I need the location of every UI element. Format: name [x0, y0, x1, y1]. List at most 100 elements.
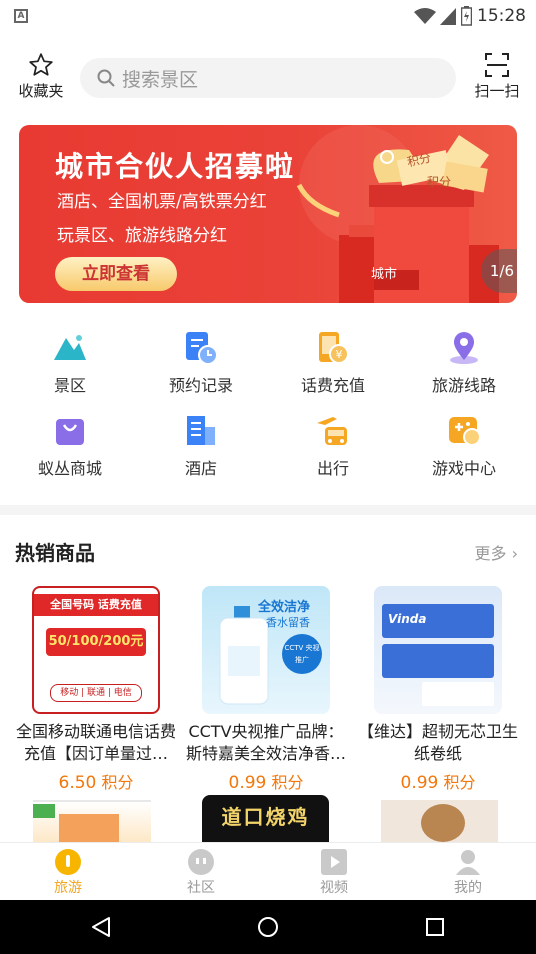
- tab-label: 我的: [454, 880, 482, 896]
- hotel-building-icon: [183, 413, 219, 449]
- svg-text:¥: ¥: [336, 348, 343, 361]
- product-image-text: 50/100/200元: [46, 628, 146, 656]
- product-image-text: CCTV 央视推广: [282, 634, 322, 674]
- product-price-value: 0.99: [228, 773, 267, 793]
- tab-video[interactable]: 视频: [294, 849, 374, 897]
- product-card-partial[interactable]: 道口烧鸡: [202, 795, 329, 842]
- grid-item-phone-recharge[interactable]: ¥ 话费充值: [268, 330, 398, 396]
- grid-item-label: 景区: [53, 376, 86, 395]
- mountain-icon: [52, 330, 88, 366]
- product-name: 【维达】超韧无芯卫生纸卷纸: [357, 722, 518, 763]
- product-price: 6.50 积分: [11, 769, 181, 793]
- grid-item-travel[interactable]: 出行: [268, 413, 398, 479]
- star-icon: [29, 53, 53, 76]
- tab-label: 视频: [320, 880, 348, 896]
- app-screen: A 15:28 收藏夹 搜索景区 扫一扫 积分 积分 城市 城市合伙人招募啦 酒…: [0, 0, 536, 954]
- favorites-button[interactable]: 收藏夹: [12, 52, 70, 101]
- product-name: CCTV央视推广品牌：斯特嘉美全效洁净香…: [185, 722, 346, 763]
- product-name: 全国移动联通电信话费充值【因订单量过…: [15, 722, 176, 763]
- recents-icon[interactable]: [425, 917, 445, 937]
- grid-item-travel-route[interactable]: 旅游线路: [399, 330, 529, 396]
- battery-icon: [461, 6, 472, 26]
- product-image: 全效洁净 香水留香 CCTV 央视推广: [202, 586, 330, 714]
- community-tab-icon: [188, 849, 214, 875]
- grid-item-label: 预约记录: [168, 376, 233, 395]
- product-image-text: 道口烧鸡: [221, 805, 310, 829]
- product-price-value: 0.99: [400, 773, 439, 793]
- travel-bus-icon: [315, 413, 351, 449]
- bottom-tab-bar: 旅游 社区 视频 我的: [0, 842, 536, 900]
- scan-label: 扫一扫: [474, 82, 520, 100]
- grid-item-label: 游戏中心: [431, 459, 496, 478]
- product-card[interactable]: Vinda 【维达】超韧无芯卫生纸卷纸 0.99 积分: [353, 586, 523, 793]
- search-input[interactable]: 搜索景区: [80, 58, 456, 98]
- product-image: 全国号码 话费充值 50/100/200元 移动 | 联通 | 电信: [32, 586, 160, 714]
- booking-record-icon: [183, 330, 219, 366]
- banner-view-now-button[interactable]: 立即查看: [55, 257, 177, 291]
- tab-community[interactable]: 社区: [161, 849, 241, 897]
- grid-item-label: 旅游线路: [431, 376, 496, 395]
- scan-icon: [485, 53, 509, 77]
- travel-tab-icon: [55, 849, 81, 875]
- banner-title: 城市合伙人招募啦: [55, 150, 296, 183]
- product-image-text: 全国号码 话费充值: [34, 594, 158, 616]
- more-link[interactable]: 更多 ›: [474, 540, 518, 564]
- grid-item-hotel[interactable]: 酒店: [136, 413, 266, 479]
- banner-page-counter: 1/6: [481, 249, 517, 293]
- product-price-unit: 积分: [443, 773, 476, 792]
- tissue-pack-illustration: [382, 644, 494, 678]
- hot-products-title: 热销商品: [15, 541, 95, 565]
- chevron-right-icon: ›: [511, 544, 518, 563]
- tab-label: 旅游: [54, 880, 82, 896]
- grid-item-booking-record[interactable]: 预约记录: [136, 330, 266, 396]
- more-label: 更多: [474, 544, 507, 563]
- product-price-unit: 积分: [271, 773, 304, 792]
- product-image: Vinda: [374, 586, 502, 714]
- product-card-partial[interactable]: [33, 800, 151, 842]
- product-image-decor: [59, 814, 119, 842]
- product-price-unit: 积分: [101, 773, 134, 792]
- phone-recharge-icon: ¥: [315, 330, 351, 366]
- product-card-partial[interactable]: [381, 800, 498, 842]
- product-image-text: 全效洁净: [258, 600, 311, 615]
- clock: 15:28: [477, 6, 526, 26]
- product-image-text: 香水留香: [266, 616, 310, 629]
- tab-travel[interactable]: 旅游: [28, 849, 108, 897]
- tab-profile[interactable]: 我的: [428, 849, 508, 897]
- grid-item-label: 出行: [316, 459, 349, 478]
- grid-item-scenic[interactable]: 景区: [5, 330, 135, 396]
- banner-city-tag: 城市: [371, 267, 398, 282]
- banner-points-tag-2: 积分: [427, 175, 452, 189]
- grid-item-label: 酒店: [184, 459, 217, 478]
- favorites-label: 收藏夹: [18, 82, 64, 100]
- signal-icon: [440, 8, 456, 25]
- home-icon[interactable]: [257, 916, 279, 938]
- product-price-value: 6.50: [58, 773, 97, 793]
- scan-button[interactable]: 扫一扫: [468, 52, 526, 101]
- product-price: 0.99 积分: [353, 769, 523, 793]
- grid-item-label: 话费充值: [300, 376, 365, 395]
- product-card[interactable]: 全国号码 话费充值 50/100/200元 移动 | 联通 | 电信 全国移动联…: [11, 586, 181, 793]
- status-bar: A 15:28: [0, 0, 536, 34]
- video-tab-icon: [321, 849, 347, 875]
- grid-item-game-center[interactable]: 游戏中心: [399, 413, 529, 479]
- banner-line-1: 酒店、全国机票/高铁票分红: [57, 192, 267, 212]
- product-image-decor: [33, 804, 55, 818]
- banner-line-2: 玩景区、旅游线路分红: [57, 226, 227, 246]
- promo-banner[interactable]: 积分 积分 城市 城市合伙人招募啦 酒店、全国机票/高铁票分红 玩景区、旅游线路…: [19, 125, 517, 303]
- tab-label: 社区: [187, 880, 215, 896]
- tissue-roll-illustration: [422, 682, 494, 706]
- profile-tab-icon: [455, 849, 481, 875]
- shopping-bag-icon: [52, 413, 88, 449]
- grid-item-label: 蚁丛商城: [37, 459, 102, 478]
- product-card[interactable]: 全效洁净 香水留香 CCTV 央视推广 CCTV央视推广品牌：斯特嘉美全效洁净香…: [181, 586, 351, 793]
- system-navigation-bar: [0, 900, 536, 954]
- grid-item-mall[interactable]: 蚁丛商城: [5, 413, 135, 479]
- app-notification-icon: A: [14, 9, 28, 23]
- search-icon: [97, 69, 115, 87]
- search-placeholder: 搜索景区: [122, 68, 199, 91]
- top-bar: 收藏夹 搜索景区 扫一扫: [0, 34, 536, 118]
- location-pin-icon: [446, 330, 482, 366]
- section-divider: [0, 505, 536, 515]
- back-icon[interactable]: [90, 916, 112, 938]
